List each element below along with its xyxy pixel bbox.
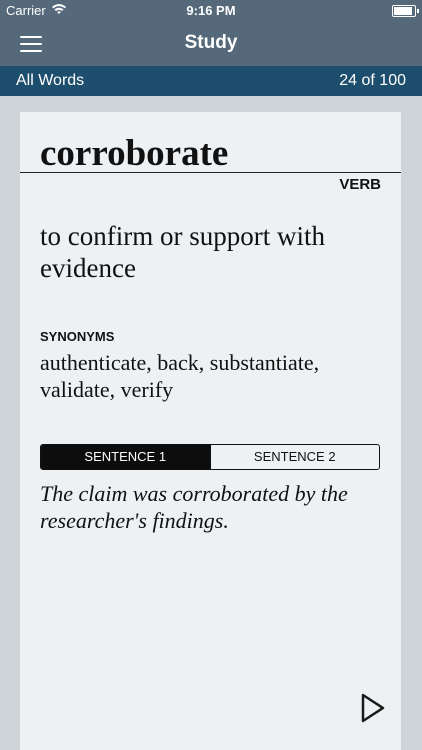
sentence-tabs: SENTENCE 1 SENTENCE 2	[40, 444, 380, 470]
play-next-icon[interactable]	[360, 692, 386, 724]
definition-text: to confirm or support with evidence	[40, 221, 325, 283]
synonyms-text: authenticate, back, substantiate, valida…	[40, 350, 320, 402]
battery-icon	[392, 5, 419, 17]
word-card: corroborate VERB to confirm or support w…	[20, 112, 401, 750]
word-title: corroborate	[40, 133, 229, 174]
tab-sentence-1[interactable]: SENTENCE 1	[41, 445, 210, 469]
page-title: Study	[184, 32, 238, 53]
status-bar: Carrier 9:16 PM	[0, 0, 422, 22]
navigation-bar: Study	[0, 22, 422, 66]
deck-bar: All Words 24 of 100	[0, 66, 422, 96]
part-of-speech: VERB	[339, 176, 381, 193]
progress-counter: 24 of 100	[339, 72, 406, 89]
clock: 9:16 PM	[186, 3, 236, 18]
synonyms-label: SYNONYMS	[40, 329, 115, 344]
example-sentence: The claim was corroborated by the resear…	[40, 481, 348, 533]
divider	[20, 172, 401, 173]
tab-sentence-2[interactable]: SENTENCE 2	[209, 445, 380, 469]
deck-name: All Words	[16, 72, 85, 89]
